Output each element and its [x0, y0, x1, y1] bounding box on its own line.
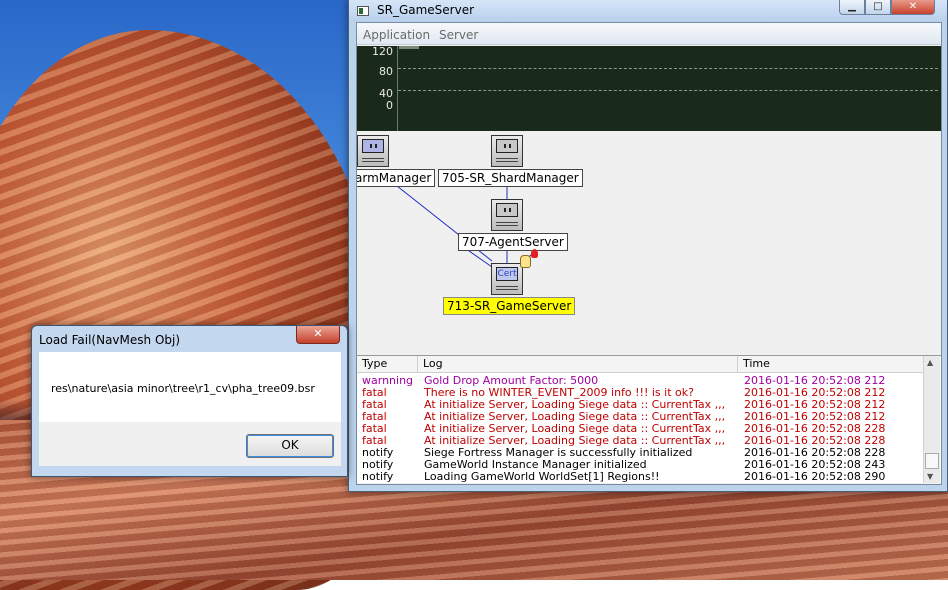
node-agent-server[interactable]: 707-AgentServer: [458, 233, 568, 251]
log-scrollbar[interactable]: ▲ ▼: [923, 356, 940, 483]
hand-cursor-icon: [520, 255, 531, 268]
load-fail-dialog: Load Fail(NavMesh Obj) ✕ res\nature\asia…: [31, 325, 348, 477]
column-log[interactable]: Log: [418, 356, 738, 373]
cert-badge: Cert: [496, 267, 518, 281]
log-cell-type: fatal: [362, 435, 387, 447]
log-cell-type: warnning: [362, 375, 414, 387]
node-farm-manager[interactable]: armManager: [357, 169, 436, 187]
graph-axis: [397, 46, 398, 131]
log-cell-time: 2016-01-16 20:52:08 212: [744, 387, 886, 399]
window-titlebar[interactable]: SR_GameServer ▁ □ ✕: [349, 0, 947, 22]
server-topology-diagram: armManager 705-SR_ShardManager 707-Agent…: [357, 131, 941, 355]
scroll-thumb[interactable]: [925, 453, 939, 469]
close-button[interactable]: ✕: [891, 0, 935, 15]
log-cell-log: GameWorld Instance Manager initialized: [424, 459, 647, 471]
column-time[interactable]: Time: [738, 356, 925, 373]
log-cell-type: notify: [362, 471, 394, 483]
menu-application[interactable]: Application: [363, 28, 430, 42]
log-cell-type: fatal: [362, 411, 387, 423]
dialog-message: res\nature\asia minor\tree\r1_cv\pha_tre…: [51, 382, 315, 395]
log-cell-time: 2016-01-16 20:52:08 212: [744, 411, 886, 423]
log-cell-time: 2016-01-16 20:52:08 243: [744, 459, 886, 471]
log-row[interactable]: fatal At initialize Server, Loading Siege…: [357, 399, 925, 411]
log-row[interactable]: notify GameWorld Instance Manager initial…: [357, 459, 925, 471]
menu-bar: Application Server: [357, 23, 941, 45]
gameserver-window: SR_GameServer ▁ □ ✕ Application Server 1…: [348, 0, 948, 492]
graph-marker: [399, 46, 419, 49]
game-server-icon[interactable]: Cert: [491, 263, 523, 295]
graph-y-tick: 0: [386, 99, 393, 112]
dialog-title: Load Fail(NavMesh Obj): [39, 333, 181, 347]
scroll-down-icon[interactable]: ▼: [927, 472, 933, 481]
log-row[interactable]: fatal There is no WINTER_EVENT_2009 info …: [357, 387, 925, 399]
log-cell-time: 2016-01-16 20:52:08 228: [744, 435, 886, 447]
column-type[interactable]: Type: [357, 356, 418, 373]
log-cell-log: Siege Fortress Manager is successfully i…: [424, 447, 693, 459]
graph-gridline: [398, 90, 938, 91]
farm-manager-icon[interactable]: [357, 135, 389, 167]
log-cell-time: 2016-01-16 20:52:08 228: [744, 423, 886, 435]
log-cell-time: 2016-01-16 20:52:08 212: [744, 375, 886, 387]
log-cell-time: 2016-01-16 20:52:08 290: [744, 471, 886, 483]
window-title: SR_GameServer: [377, 3, 475, 17]
node-shard-manager[interactable]: 705-SR_ShardManager: [438, 169, 583, 187]
dialog-body: res\nature\asia minor\tree\r1_cv\pha_tre…: [39, 352, 341, 422]
app-icon: [357, 6, 369, 16]
log-cell-type: fatal: [362, 387, 387, 399]
log-table: Type Log Time warnning Gold Drop Amount F…: [357, 355, 941, 483]
log-cell-time: 2016-01-16 20:52:08 228: [744, 447, 886, 459]
node-game-server[interactable]: 713-SR_GameServer: [443, 297, 576, 315]
log-cell-log: At initialize Server, Loading Siege data…: [424, 411, 726, 423]
log-row[interactable]: notify Siege Fortress Manager is successf…: [357, 447, 925, 459]
shard-manager-icon[interactable]: [491, 135, 523, 167]
dialog-close-button[interactable]: ✕: [296, 326, 340, 344]
log-cell-type: fatal: [362, 423, 387, 435]
scroll-up-icon[interactable]: ▲: [927, 358, 933, 367]
dialog-footer: OK: [39, 422, 341, 466]
log-cell-log: At initialize Server, Loading Siege data…: [424, 435, 726, 447]
graph-gridline: [398, 68, 938, 69]
warning-icon: [531, 249, 538, 258]
log-cell-type: notify: [362, 447, 394, 459]
maximize-button[interactable]: □: [865, 0, 891, 15]
agent-server-icon[interactable]: [491, 199, 523, 231]
log-row[interactable]: notify Loading GameWorld WorldSet[1] Regi…: [357, 471, 925, 483]
performance-graph: 120 80 40 0: [357, 45, 941, 131]
graph-y-tick: 80: [379, 65, 393, 78]
ok-button[interactable]: OK: [246, 434, 334, 458]
log-cell-log: At initialize Server, Loading Siege data…: [424, 423, 726, 435]
log-cell-log: There is no WINTER_EVENT_2009 info !!! i…: [424, 387, 694, 399]
minimize-button[interactable]: ▁: [839, 0, 865, 15]
log-row[interactable]: fatal At initialize Server, Loading Siege…: [357, 411, 925, 423]
menu-server[interactable]: Server: [439, 28, 478, 42]
window-client-area: Application Server 120 80 40 0 armManage…: [356, 22, 942, 485]
log-row[interactable]: fatal At initialize Server, Loading Siege…: [357, 435, 925, 447]
log-cell-log: Loading GameWorld WorldSet[1] Regions!!: [424, 471, 660, 483]
topology-links: [396, 185, 538, 268]
log-row[interactable]: warnning Gold Drop Amount Factor: 5000 201…: [357, 375, 925, 387]
log-cell-log: At initialize Server, Loading Siege data…: [424, 399, 726, 411]
log-row[interactable]: fatal At initialize Server, Loading Siege…: [357, 423, 925, 435]
log-cell-time: 2016-01-16 20:52:08 212: [744, 399, 886, 411]
log-cell-type: notify: [362, 459, 394, 471]
log-table-header: Type Log Time: [357, 356, 925, 373]
log-cell-log: Gold Drop Amount Factor: 5000: [424, 375, 599, 387]
graph-y-tick: 120: [372, 45, 393, 58]
log-cell-type: fatal: [362, 399, 387, 411]
